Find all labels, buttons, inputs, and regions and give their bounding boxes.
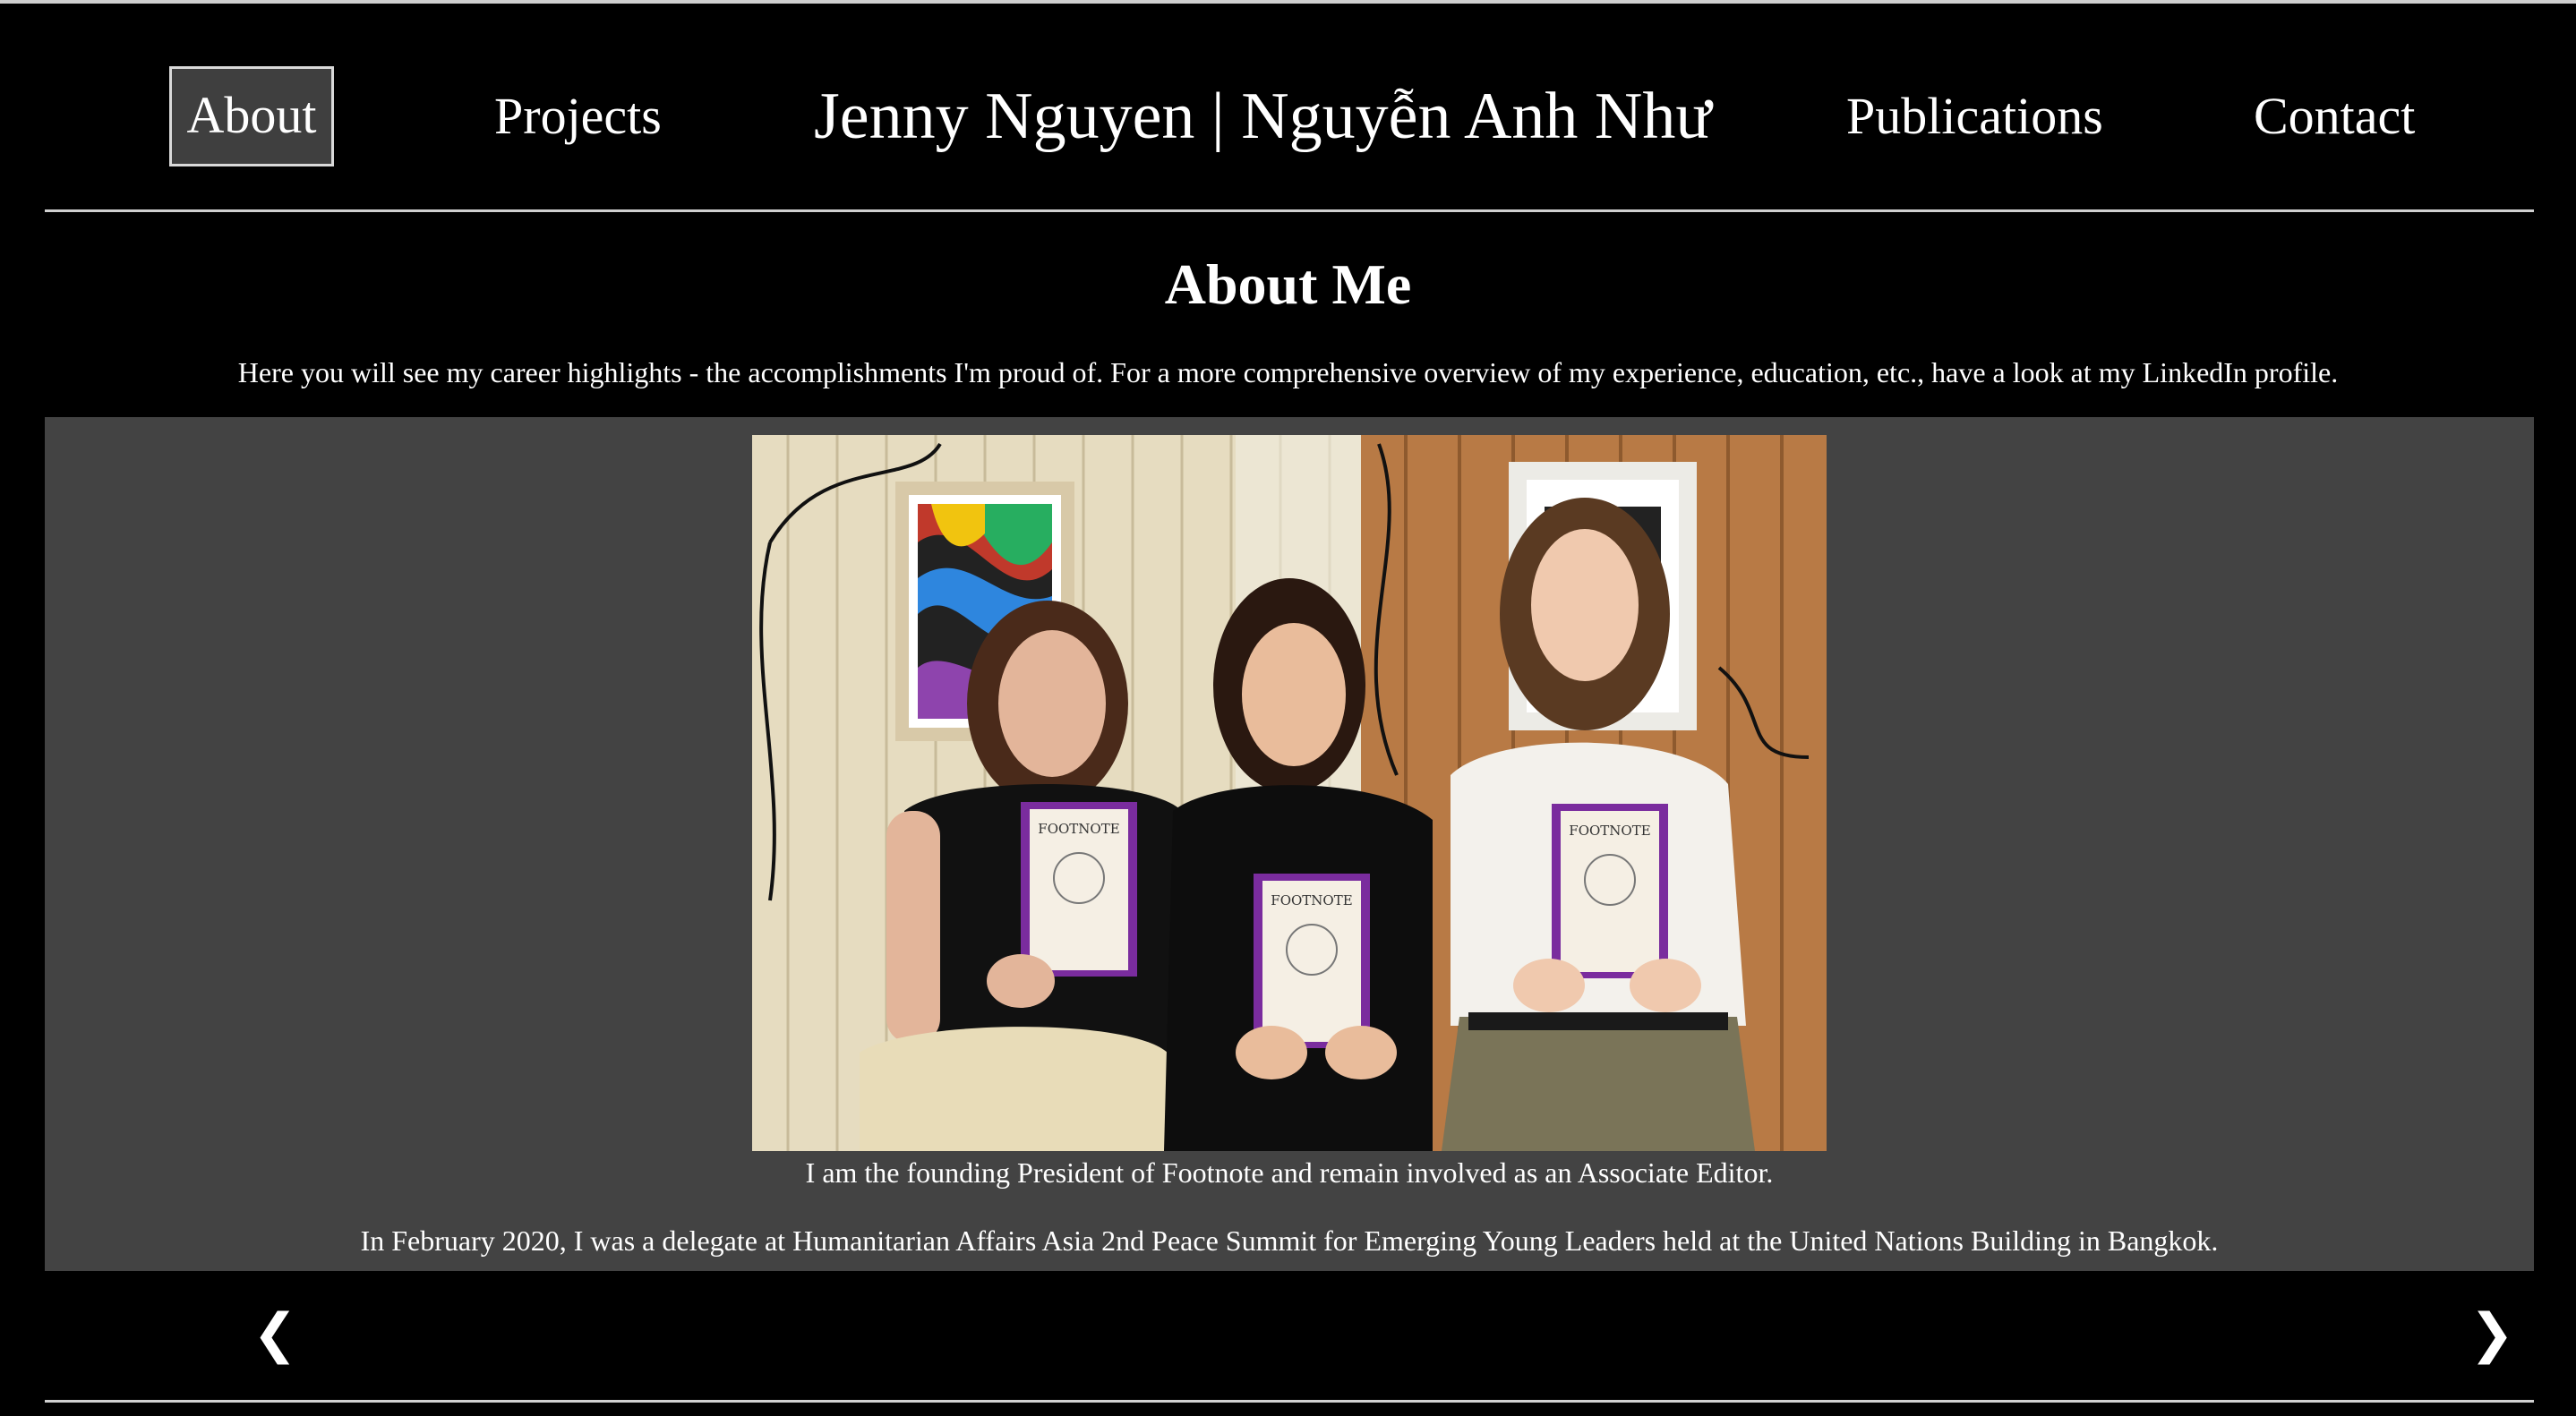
previous-slide-button[interactable]: ❮ [252, 1298, 297, 1369]
slideshow-slide: FOOTNOTE FOOTNOTE FOOTNOTE I am the foun… [45, 417, 2534, 1271]
nav-about-link[interactable]: About [169, 66, 334, 166]
footnote-booklet-right: FOOTNOTE [1552, 804, 1668, 978]
svg-text:FOOTNOTE: FOOTNOTE [1569, 823, 1650, 839]
slide-photo: FOOTNOTE FOOTNOTE FOOTNOTE [752, 435, 1827, 1151]
top-border [0, 0, 2576, 4]
main-nav: About Projects Jenny Nguyen | Nguyễn Anh… [0, 66, 2576, 166]
nav-contact-link[interactable]: Contact [2254, 66, 2415, 166]
footer-divider [45, 1400, 2534, 1403]
intro-text: Here you will see my career highlights -… [237, 356, 2339, 388]
page-title: About Me [1164, 252, 1412, 316]
group-photo-image: FOOTNOTE FOOTNOTE FOOTNOTE [752, 435, 1827, 1151]
svg-text:FOOTNOTE: FOOTNOTE [1271, 892, 1352, 908]
slide-caption-secondary: In February 2020, I was a delegate at Hu… [360, 1224, 2219, 1257]
nav-projects-link[interactable]: Projects [494, 66, 662, 166]
nav-publications-link[interactable]: Publications [1846, 66, 2103, 166]
site-title[interactable]: Jenny Nguyen | Nguyễn Anh Như [814, 66, 1711, 166]
slide-caption: I am the founding President of Footnote … [805, 1156, 1774, 1189]
footnote-booklet-left: FOOTNOTE [1021, 802, 1137, 977]
next-slide-button[interactable]: ❯ [2469, 1298, 2514, 1369]
header-divider [45, 209, 2534, 212]
svg-text:FOOTNOTE: FOOTNOTE [1038, 821, 1119, 837]
footnote-booklet-middle: FOOTNOTE [1254, 874, 1370, 1048]
